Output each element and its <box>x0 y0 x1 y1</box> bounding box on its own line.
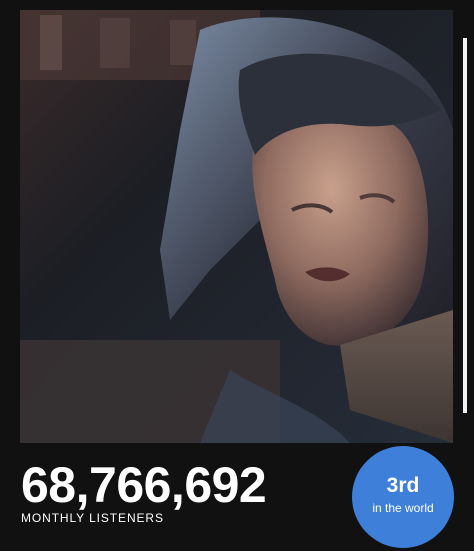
artist-photo <box>20 10 453 443</box>
world-rank-value: 3rd <box>386 474 420 497</box>
artist-stats-card: 68,766,692 MONTHLY LISTENERS 3rd in the … <box>0 0 474 551</box>
monthly-listeners-label: MONTHLY LISTENERS <box>21 511 164 525</box>
monthly-listeners-count: 68,766,692 <box>21 457 267 513</box>
world-rank-badge: 3rd in the world <box>352 446 454 548</box>
background-edge <box>463 38 467 413</box>
world-rank-label: in the world <box>372 501 434 515</box>
